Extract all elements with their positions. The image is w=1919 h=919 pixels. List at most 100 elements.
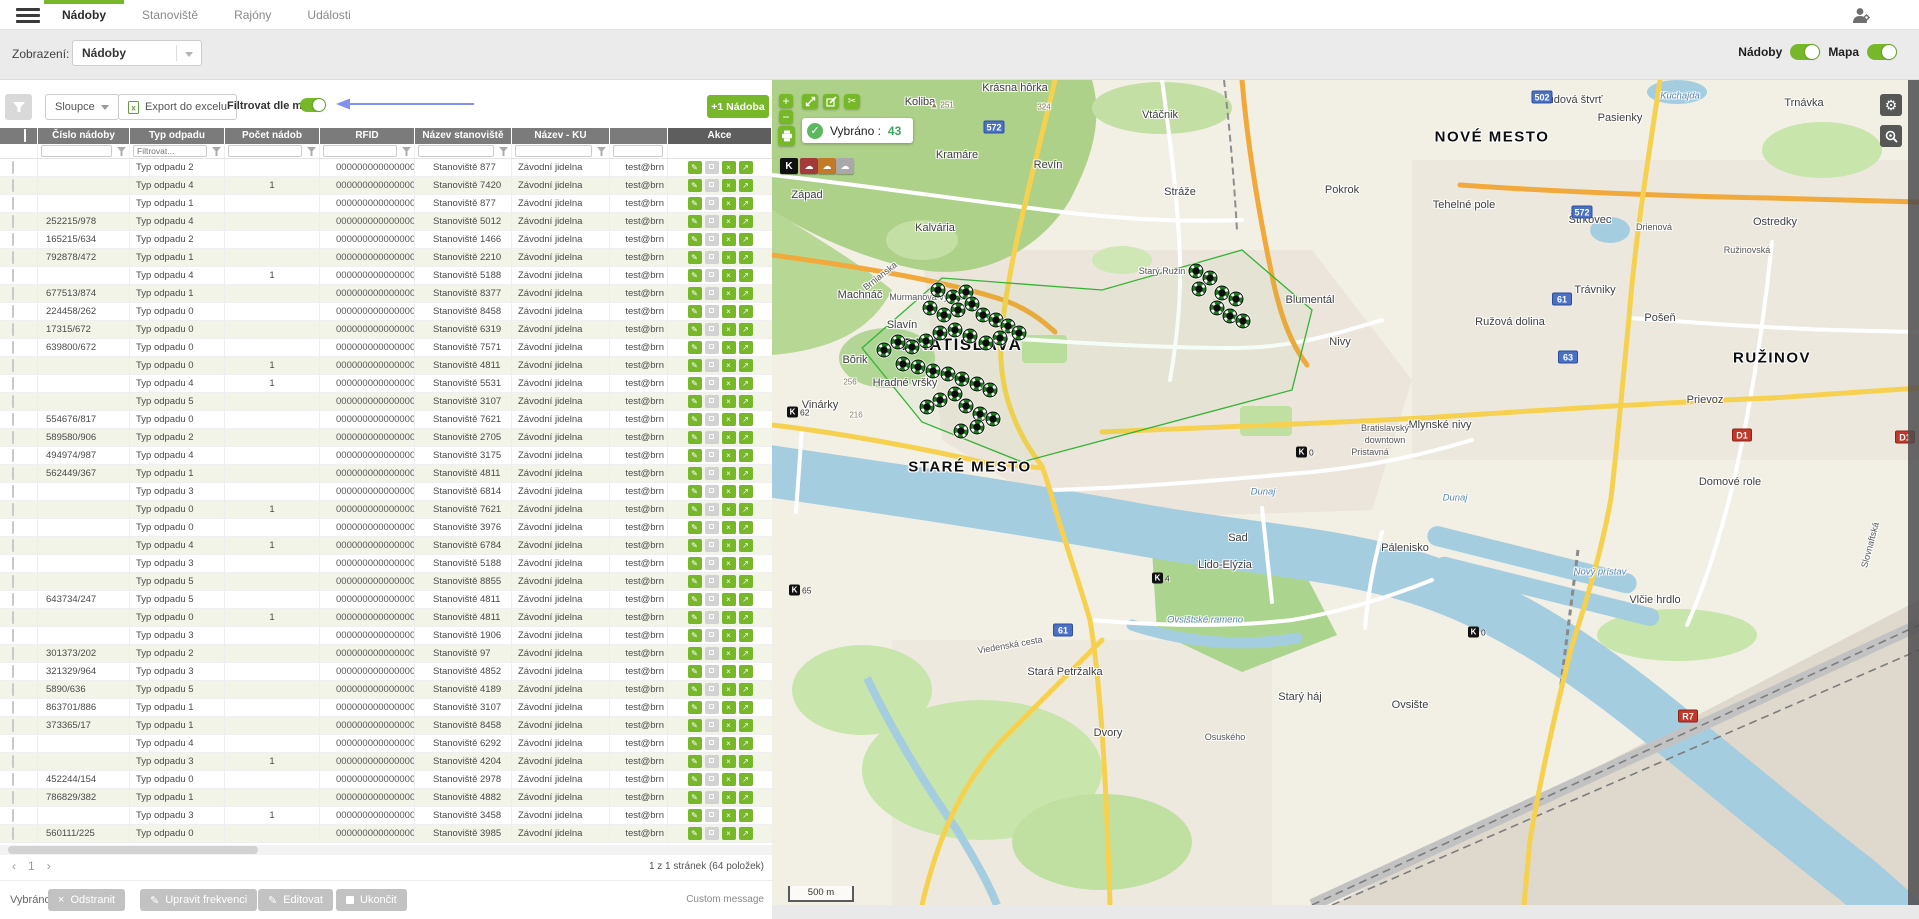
table-row[interactable]: 786829/382Typ odpadu 1000000000000000...… [0, 789, 772, 807]
column-filter-input[interactable] [41, 145, 112, 157]
table-row[interactable]: Typ odpadu 1000000000000000...Stanoviště… [0, 195, 772, 213]
delete-button[interactable]: × [722, 305, 736, 318]
scrollbar-thumb[interactable] [8, 846, 258, 854]
duplicate-button[interactable] [705, 269, 719, 282]
edit-button[interactable]: ✎ [688, 413, 702, 426]
table-row[interactable]: 560111/225Typ odpadu 0000000000000000...… [0, 825, 772, 843]
container-marker[interactable] [1012, 326, 1027, 341]
edit-button[interactable]: ✎ [688, 809, 702, 822]
row-checkbox[interactable] [12, 647, 14, 660]
delete-button[interactable]: × [722, 737, 736, 750]
edit-button[interactable]: ✎ [688, 179, 702, 192]
table-row[interactable]: Typ odpadu 4000000000000000...Stanoviště… [0, 735, 772, 753]
container-marker[interactable] [891, 335, 906, 350]
container-marker[interactable] [926, 364, 941, 379]
edit-button[interactable]: ✎ [688, 485, 702, 498]
edit-button[interactable]: ✎ [688, 701, 702, 714]
open-button[interactable]: ↗ [739, 611, 753, 624]
edit-button[interactable]: ✎ [688, 539, 702, 552]
duplicate-button[interactable] [705, 575, 719, 588]
ukončit-button[interactable]: Ukončit [336, 889, 407, 911]
edit-button[interactable]: ✎ [688, 629, 702, 642]
open-button[interactable]: ↗ [739, 305, 753, 318]
table-row[interactable]: Typ odpadu 2000000000000000...Stanoviště… [0, 159, 772, 177]
container-marker[interactable] [951, 303, 966, 318]
row-checkbox[interactable] [12, 557, 14, 570]
map-settings-button[interactable]: ⚙ [1880, 94, 1902, 116]
edit-button[interactable]: ✎ [688, 431, 702, 444]
delete-button[interactable]: × [722, 503, 736, 516]
container-marker[interactable] [970, 420, 985, 435]
edit-button[interactable]: ✎ [688, 611, 702, 624]
delete-button[interactable]: × [722, 395, 736, 408]
delete-button[interactable]: × [722, 251, 736, 264]
container-marker[interactable] [1215, 286, 1230, 301]
edit-button[interactable]: ✎ [688, 593, 702, 606]
column-header[interactable]: Číslo nádoby [38, 128, 130, 144]
delete-button[interactable]: × [722, 593, 736, 606]
column-header[interactable]: RFID [320, 128, 415, 144]
open-button[interactable]: ↗ [739, 521, 753, 534]
open-button[interactable]: ↗ [739, 629, 753, 642]
delete-button[interactable]: × [722, 377, 736, 390]
open-button[interactable]: ↗ [739, 593, 753, 606]
row-checkbox[interactable] [12, 827, 14, 840]
column-header[interactable]: Akce [668, 128, 772, 144]
funnel-icon[interactable] [212, 147, 221, 156]
delete-button[interactable]: × [722, 233, 736, 246]
table-row[interactable]: 301373/202Typ odpadu 2000000000000000...… [0, 645, 772, 663]
container-marker[interactable] [983, 383, 998, 398]
open-button[interactable]: ↗ [739, 737, 753, 750]
table-row[interactable]: 792878/472Typ odpadu 1000000000000000...… [0, 249, 772, 267]
table-row[interactable]: Typ odpadu 01000000000000000...Stanovišt… [0, 609, 772, 627]
duplicate-button[interactable] [705, 413, 719, 426]
funnel-icon[interactable] [597, 147, 606, 156]
open-button[interactable]: ↗ [739, 773, 753, 786]
container-marker[interactable] [931, 283, 946, 298]
column-filter-input[interactable] [133, 145, 207, 157]
duplicate-button[interactable] [705, 521, 719, 534]
row-checkbox[interactable] [12, 665, 14, 678]
table-row[interactable]: Typ odpadu 31000000000000000...Stanovišt… [0, 753, 772, 771]
open-button[interactable]: ↗ [739, 701, 753, 714]
row-checkbox[interactable] [12, 611, 14, 624]
column-filter-input[interactable] [228, 145, 302, 157]
hamburger-menu-icon[interactable] [16, 8, 40, 23]
open-button[interactable]: ↗ [739, 161, 753, 174]
open-button[interactable]: ↗ [739, 449, 753, 462]
open-button[interactable]: ↗ [739, 359, 753, 372]
duplicate-button[interactable] [705, 773, 719, 786]
column-header[interactable] [610, 128, 668, 144]
open-button[interactable]: ↗ [739, 683, 753, 696]
view-select[interactable]: Nádoby [72, 40, 202, 66]
table-row[interactable]: Typ odpadu 3000000000000000...Stanoviště… [0, 555, 772, 573]
duplicate-button[interactable] [705, 467, 719, 480]
next-page-button[interactable]: › [47, 859, 51, 873]
edit-button[interactable]: ✎ [688, 827, 702, 840]
open-button[interactable]: ↗ [739, 503, 753, 516]
open-button[interactable]: ↗ [739, 575, 753, 588]
edit-button[interactable]: ✎ [688, 215, 702, 228]
edit-button[interactable]: ✎ [688, 341, 702, 354]
duplicate-button[interactable] [705, 503, 719, 516]
delete-button[interactable]: × [722, 629, 736, 642]
delete-button[interactable]: × [722, 197, 736, 210]
table-row[interactable]: Typ odpadu 5000000000000000...Stanoviště… [0, 573, 772, 591]
edit-button[interactable]: ✎ [688, 557, 702, 570]
open-button[interactable]: ↗ [739, 377, 753, 390]
row-checkbox[interactable] [12, 791, 14, 804]
container-marker[interactable] [896, 357, 911, 372]
container-marker[interactable] [954, 424, 969, 439]
row-checkbox[interactable] [12, 575, 14, 588]
duplicate-button[interactable] [705, 611, 719, 624]
table-row[interactable]: 589580/906Typ odpadu 2000000000000000...… [0, 429, 772, 447]
nav-tab-nádoby[interactable]: Nádoby [44, 0, 124, 30]
row-checkbox[interactable] [12, 323, 14, 336]
edit-button[interactable]: ✎ [688, 305, 702, 318]
duplicate-button[interactable] [705, 161, 719, 174]
open-button[interactable]: ↗ [739, 719, 753, 732]
table-row[interactable]: Typ odpadu 41000000000000000...Stanovišt… [0, 537, 772, 555]
current-page[interactable]: 1 [28, 859, 35, 873]
row-checkbox[interactable] [12, 539, 14, 552]
edit-button[interactable]: ✎ [688, 791, 702, 804]
